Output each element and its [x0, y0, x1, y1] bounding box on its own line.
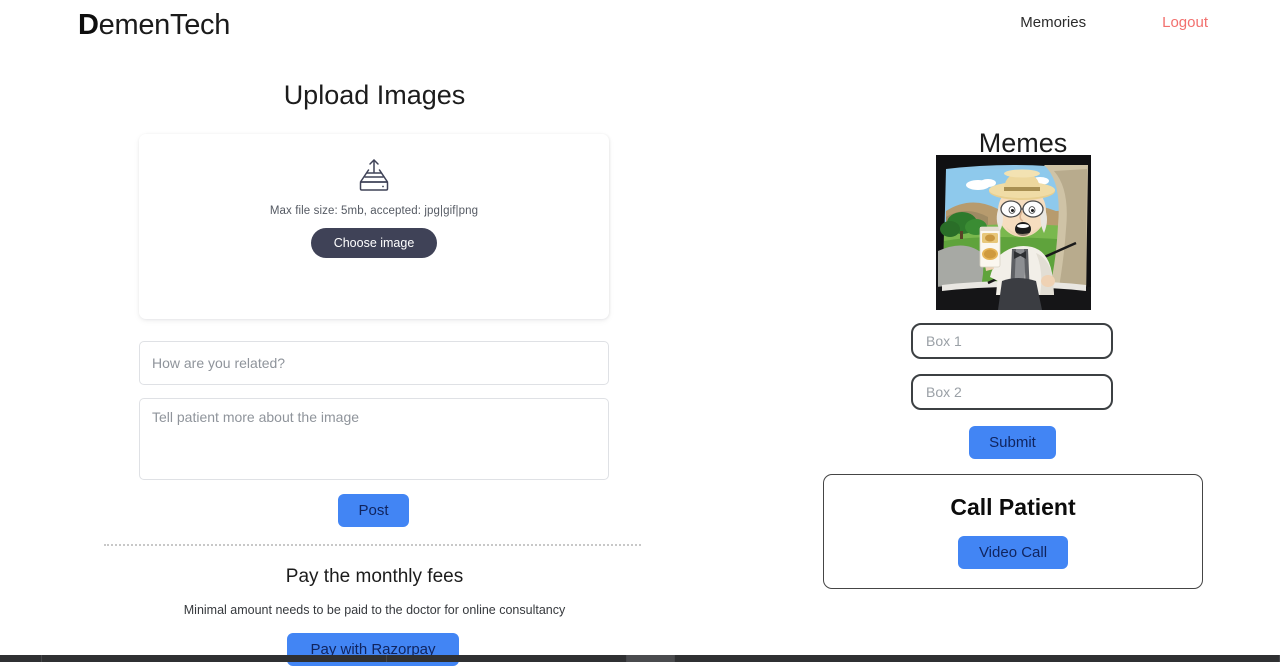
meme-image: [936, 155, 1091, 310]
call-patient-card: Call Patient Video Call: [823, 474, 1203, 589]
brand-initial: D: [78, 9, 99, 41]
payment-title: Pay the monthly fees: [285, 566, 464, 587]
upload-column: Upload Images Max file size: 5mb, accept…: [0, 50, 747, 666]
choose-image-button[interactable]: Choose image: [310, 228, 438, 258]
call-patient-title: Call Patient: [950, 494, 1076, 520]
meme-box2-input[interactable]: [911, 374, 1113, 410]
upload-hint-text: Max file size: 5mb, accepted: jpg|gif|pn…: [269, 205, 479, 217]
post-button[interactable]: Post: [338, 494, 409, 527]
upload-dropzone-card[interactable]: Max file size: 5mb, accepted: jpg|gif|pn…: [139, 134, 609, 319]
nav-links: Memories Logout: [1020, 14, 1208, 31]
taskbar-segment: [387, 655, 627, 662]
os-taskbar-strip: [0, 655, 1280, 662]
page-title-upload-images: Upload Images: [283, 80, 466, 110]
taskbar-segment: [675, 655, 1280, 662]
meme-box1-input[interactable]: [911, 323, 1113, 359]
meme-submit-button[interactable]: Submit: [969, 426, 1056, 459]
top-navbar: DemenTech Memories Logout: [0, 0, 1280, 50]
brand-name: emenTech: [98, 9, 231, 41]
video-call-button[interactable]: Video Call: [958, 536, 1068, 569]
taskbar-segment: [0, 655, 42, 662]
nav-link-logout[interactable]: Logout: [1162, 14, 1208, 31]
memes-column: Memes Box 1 Box 2 Submit Call Patient Vi…: [747, 50, 1280, 662]
relation-input[interactable]: [139, 341, 609, 385]
taskbar-segment: [42, 655, 387, 662]
taskbar-segment-active: [627, 655, 675, 662]
section-divider: [104, 544, 641, 546]
nav-link-memories[interactable]: Memories: [1020, 14, 1086, 31]
image-description-textarea[interactable]: [139, 398, 609, 480]
payment-subtitle: Minimal amount needs to be paid to the d…: [183, 603, 566, 617]
brand-logo[interactable]: DemenTech: [78, 9, 230, 42]
upload-tray-icon: [354, 157, 394, 195]
